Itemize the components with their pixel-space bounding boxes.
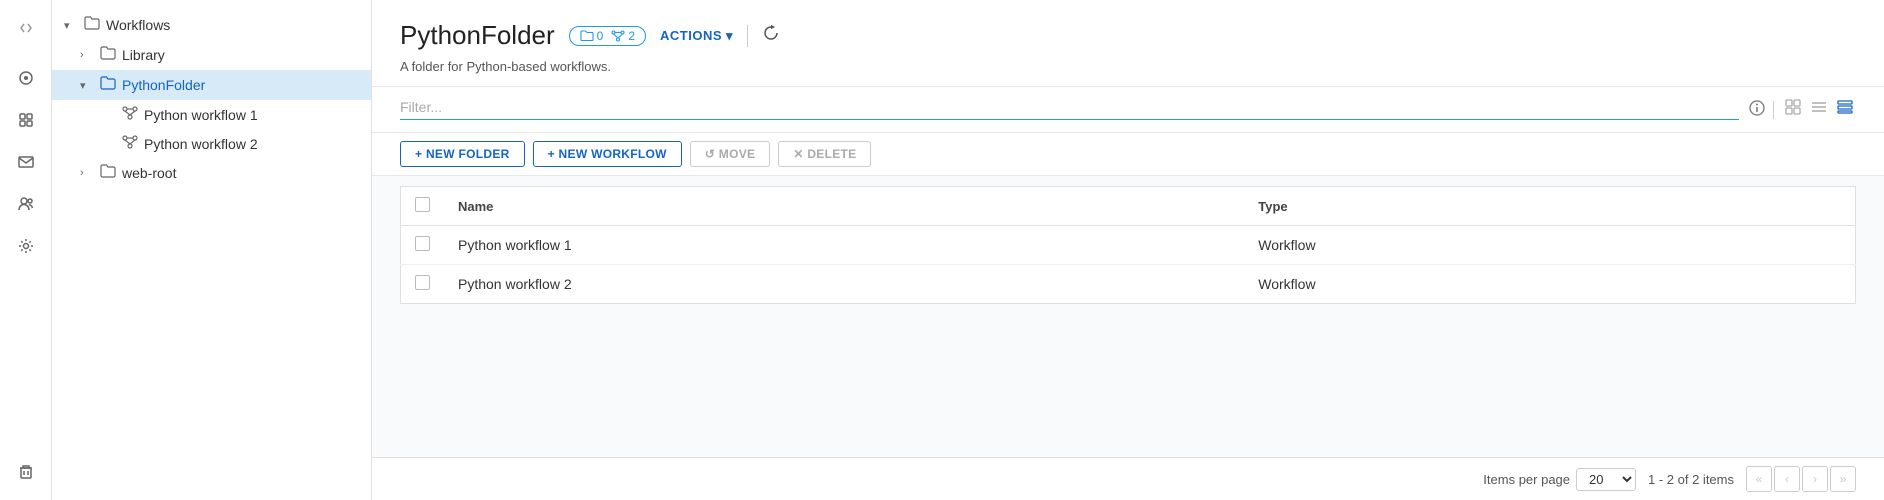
move-button: ↺ MOVE [690, 141, 771, 167]
refresh-button[interactable] [762, 24, 780, 47]
chevron-right-icon: › [80, 49, 94, 61]
select-all-checkbox[interactable] [415, 197, 430, 212]
select-all-header[interactable] [401, 187, 445, 226]
page-range-info: 1 - 2 of 2 items [1648, 472, 1734, 487]
row-checkbox-cell[interactable] [401, 265, 445, 304]
actions-label: ACTIONS [660, 28, 722, 43]
folder-icon [100, 76, 116, 94]
sidebar-item-label: web-root [122, 165, 359, 181]
sidebar-item-python-workflow-2[interactable]: Python workflow 2 [52, 129, 371, 158]
items-per-page-selector: Items per page 20 50 100 [1483, 468, 1636, 491]
workflow-count: 2 [628, 29, 635, 43]
table-row[interactable]: Python workflow 2 Workflow [401, 265, 1856, 304]
sidebar-item-label: PythonFolder [122, 77, 359, 93]
first-page-button: « [1746, 466, 1772, 492]
trash-nav-icon[interactable] [8, 454, 44, 490]
sidebar: ▾ Workflows › Library ▾ PythonFolder [52, 0, 372, 500]
sidebar-item-python-workflow-1[interactable]: Python workflow 1 [52, 100, 371, 129]
new-workflow-button[interactable]: + NEW WORKFLOW [533, 141, 682, 167]
workflow-name-cell[interactable]: Python workflow 1 [444, 226, 1244, 265]
workflow-name-cell[interactable]: Python workflow 2 [444, 265, 1244, 304]
items-per-page-label: Items per page [1483, 472, 1570, 487]
row-checkbox-cell[interactable] [401, 226, 445, 265]
main-header: PythonFolder 0 [372, 0, 1884, 87]
folder-icon [84, 16, 100, 34]
main-content: PythonFolder 0 [372, 0, 1884, 500]
sidebar-item-label: Python workflow 1 [144, 107, 359, 123]
row-checkbox[interactable] [415, 236, 430, 251]
table-area: Name Type Python workflow 1 Workflow Pyt [372, 176, 1884, 457]
workflow-count-badge: 2 [611, 29, 635, 43]
workflow-type-cell: Workflow [1244, 226, 1855, 265]
last-page-button: » [1830, 466, 1856, 492]
page-title: PythonFolder [400, 20, 555, 51]
info-icon[interactable] [1749, 100, 1765, 120]
folder-count-badge: 0 [580, 29, 604, 43]
chevron-right-icon: › [80, 167, 94, 179]
users-nav-icon[interactable] [8, 186, 44, 222]
sidebar-item-label: Library [122, 47, 359, 63]
prev-page-button: ‹ [1774, 466, 1800, 492]
divider [747, 25, 748, 47]
folder-icon [100, 46, 116, 64]
workflow-icon [122, 135, 138, 152]
admin-nav-icon[interactable] [8, 228, 44, 264]
toolbar: + NEW FOLDER + NEW WORKFLOW ↺ MOVE ✕ DEL… [372, 133, 1884, 176]
page-navigation: « ‹ › » [1746, 466, 1856, 492]
per-page-select[interactable]: 20 50 100 [1576, 468, 1636, 491]
workflow-type-cell: Workflow [1244, 265, 1855, 304]
folder-badge: 0 2 [569, 26, 646, 46]
chevron-down-icon: ▾ [726, 28, 733, 44]
sidebar-item-workflows[interactable]: ▾ Workflows [52, 10, 371, 40]
chevron-down-icon: ▾ [64, 19, 78, 32]
folder-icon [100, 164, 116, 182]
detail-view-icon[interactable] [1834, 97, 1856, 122]
mail-nav-icon[interactable] [8, 144, 44, 180]
dashboard-nav-icon[interactable] [8, 60, 44, 96]
library-nav-icon[interactable] [8, 102, 44, 138]
workflow-icon [122, 106, 138, 123]
folder-count: 0 [597, 29, 604, 43]
divider [1773, 101, 1774, 119]
grid-view-icon[interactable] [1782, 97, 1804, 122]
delete-button: ✕ DELETE [778, 141, 871, 167]
sidebar-item-pythonfolder[interactable]: ▾ PythonFolder [52, 70, 371, 100]
name-column-header: Name [444, 187, 1244, 226]
filter-input[interactable] [400, 99, 1739, 120]
sidebar-toggle-icon[interactable] [8, 10, 44, 46]
sidebar-item-label: Python workflow 2 [144, 136, 359, 152]
type-column-header: Type [1244, 187, 1855, 226]
icon-bar [0, 0, 52, 500]
new-folder-button[interactable]: + NEW FOLDER [400, 141, 525, 167]
row-checkbox[interactable] [415, 275, 430, 290]
chevron-down-icon: ▾ [80, 79, 94, 92]
sidebar-item-label: Workflows [106, 17, 359, 33]
actions-button[interactable]: ACTIONS ▾ [660, 28, 733, 44]
pagination: Items per page 20 50 100 1 - 2 of 2 item… [372, 457, 1884, 500]
sidebar-item-library[interactable]: › Library [52, 40, 371, 70]
sidebar-item-webroot[interactable]: › web-root [52, 158, 371, 188]
next-page-button: › [1802, 466, 1828, 492]
filter-row [372, 87, 1884, 133]
view-toggle [1782, 97, 1856, 122]
folder-description: A folder for Python-based workflows. [400, 59, 1856, 74]
list-view-icon[interactable] [1808, 97, 1830, 122]
data-table: Name Type Python workflow 1 Workflow Pyt [400, 186, 1856, 304]
table-row[interactable]: Python workflow 1 Workflow [401, 226, 1856, 265]
